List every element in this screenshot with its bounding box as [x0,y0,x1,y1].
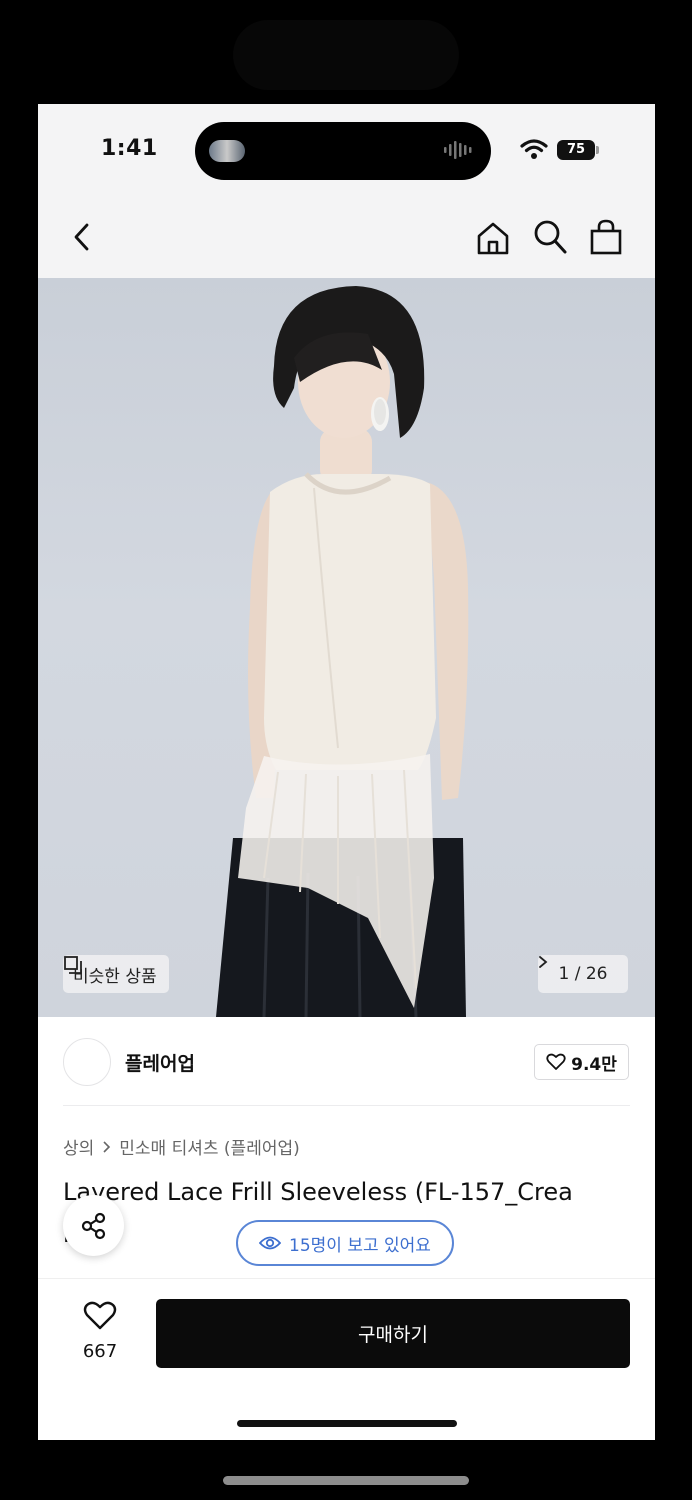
eye-icon [259,1236,282,1250]
home-icon[interactable] [475,220,511,256]
wishlist-count: 667 [82,1341,118,1362]
image-counter-text: 1 / 26 [558,964,608,984]
viewers-badge: 15명이 보고 있어요 [236,1220,454,1266]
device-notch-reflection [233,20,459,90]
divider [63,1105,630,1106]
battery-tip [596,146,599,154]
product-photo-illustration [216,286,469,1017]
brand-like-count: 9.4만 [571,1054,617,1075]
breadcrumb-subcategory[interactable]: 민소매 티셔츠 (플레어업) [119,1134,299,1159]
product-image[interactable]: 비슷한 상품 1 / 26 [38,278,655,1017]
product-title: Layered Lace Frill Sleeveless (FL-157_Cr… [63,1178,573,1206]
share-button[interactable] [63,1195,124,1256]
dynamic-island [195,122,491,180]
bottom-action-bar: 667 구매하기 [38,1278,655,1440]
wishlist-button[interactable] [78,1301,122,1335]
brand-like-button[interactable]: 9.4만 [534,1044,629,1080]
similar-products-button[interactable]: 비슷한 상품 [63,955,169,993]
shopping-bag-icon[interactable] [589,218,623,256]
brand-name[interactable]: 플레어업 [125,1049,195,1076]
heart-icon [83,1301,117,1330]
heart-icon [546,1053,566,1070]
chevron-right-icon [539,956,548,968]
status-time: 1:41 [101,136,158,161]
battery-indicator: 75 [557,140,595,160]
top-navigation [38,196,655,278]
status-bar: 1:41 75 [38,104,655,196]
brand-logo[interactable] [63,1038,111,1086]
wifi-icon [520,139,548,159]
share-icon [81,1212,105,1239]
now-playing-thumbnail [209,140,245,162]
outer-home-indicator [223,1476,469,1485]
viewers-label: 15명이 보고 있어요 [289,1235,431,1256]
phone-screen: 1:41 75 비슷한 상품 1 / 26 플레어업 9.4만 상의 민소매 티… [38,104,655,1440]
buy-button[interactable]: 구매하기 [156,1299,630,1368]
image-counter-button[interactable]: 1 / 26 [538,955,628,993]
audio-wave-icon [444,141,472,159]
similar-products-label: 비슷한 상품 [73,966,157,987]
search-icon[interactable] [532,218,568,256]
breadcrumb-category[interactable]: 상의 [63,1134,94,1159]
back-icon[interactable] [68,220,98,254]
chevron-right-icon [103,1140,111,1153]
home-indicator [237,1420,457,1427]
similar-items-icon [64,956,82,974]
brand-row: 플레어업 9.4만 [38,1017,655,1107]
breadcrumb: 상의 민소매 티셔츠 (플레어업) [63,1134,300,1159]
